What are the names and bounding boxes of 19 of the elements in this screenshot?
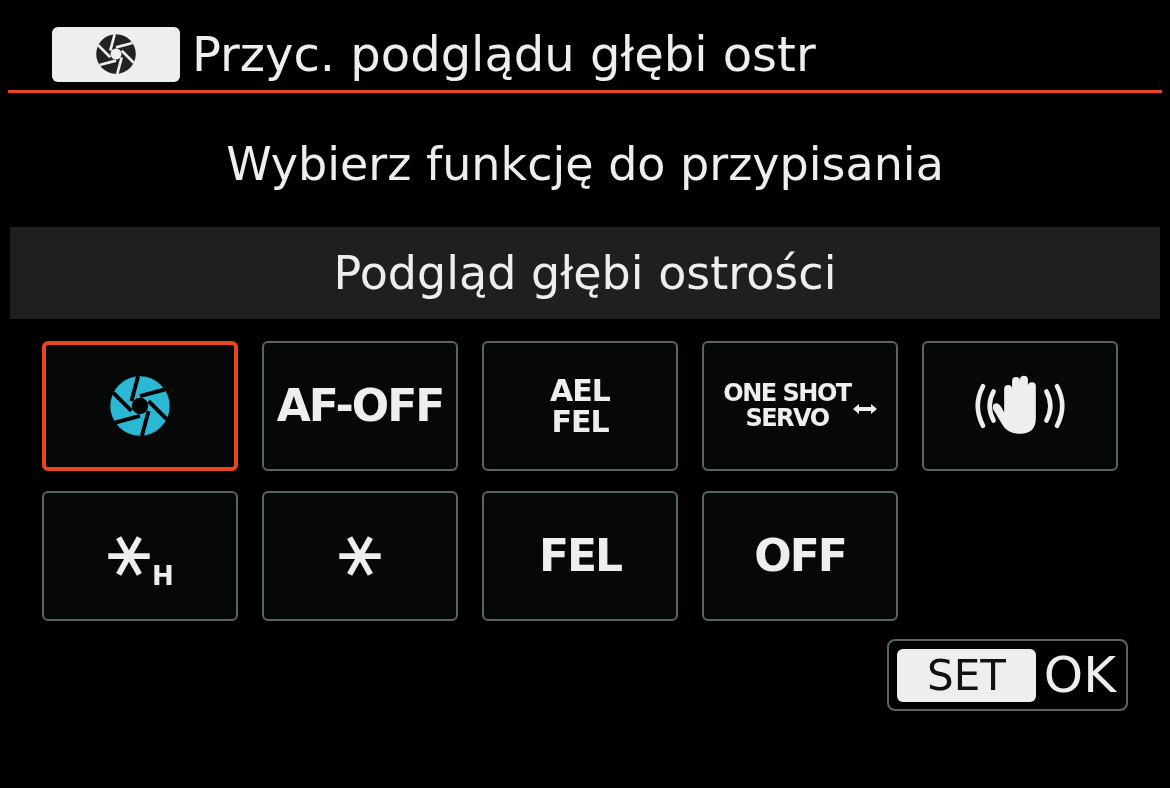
function-option[interactable] [42,341,238,471]
function-option[interactable]: H [42,491,238,621]
function-option[interactable]: ONE SHOT SERVO [702,341,898,471]
function-option[interactable]: FEL [482,491,678,621]
menu-title: Przyc. podglądu głębi ostr [192,26,816,82]
subscript-letter: H [152,561,174,591]
current-function-bar: Podgląd głębi ostrości [10,227,1160,319]
ok-label: OK [1043,646,1116,704]
aperture-icon [107,373,173,439]
aperture-icon [94,32,138,76]
function-option[interactable] [922,341,1118,471]
function-option[interactable]: AF-OFF [262,341,458,471]
set-key: SET [897,648,1036,702]
instruction-text: Wybierz funkcję do przypisania [225,137,945,193]
function-option[interactable] [262,491,458,621]
double-arrow-icon [852,402,877,416]
function-option[interactable]: AEL FEL [482,341,678,471]
set-ok-button[interactable]: SET OK [887,639,1128,711]
function-option[interactable]: OFF [702,491,898,621]
